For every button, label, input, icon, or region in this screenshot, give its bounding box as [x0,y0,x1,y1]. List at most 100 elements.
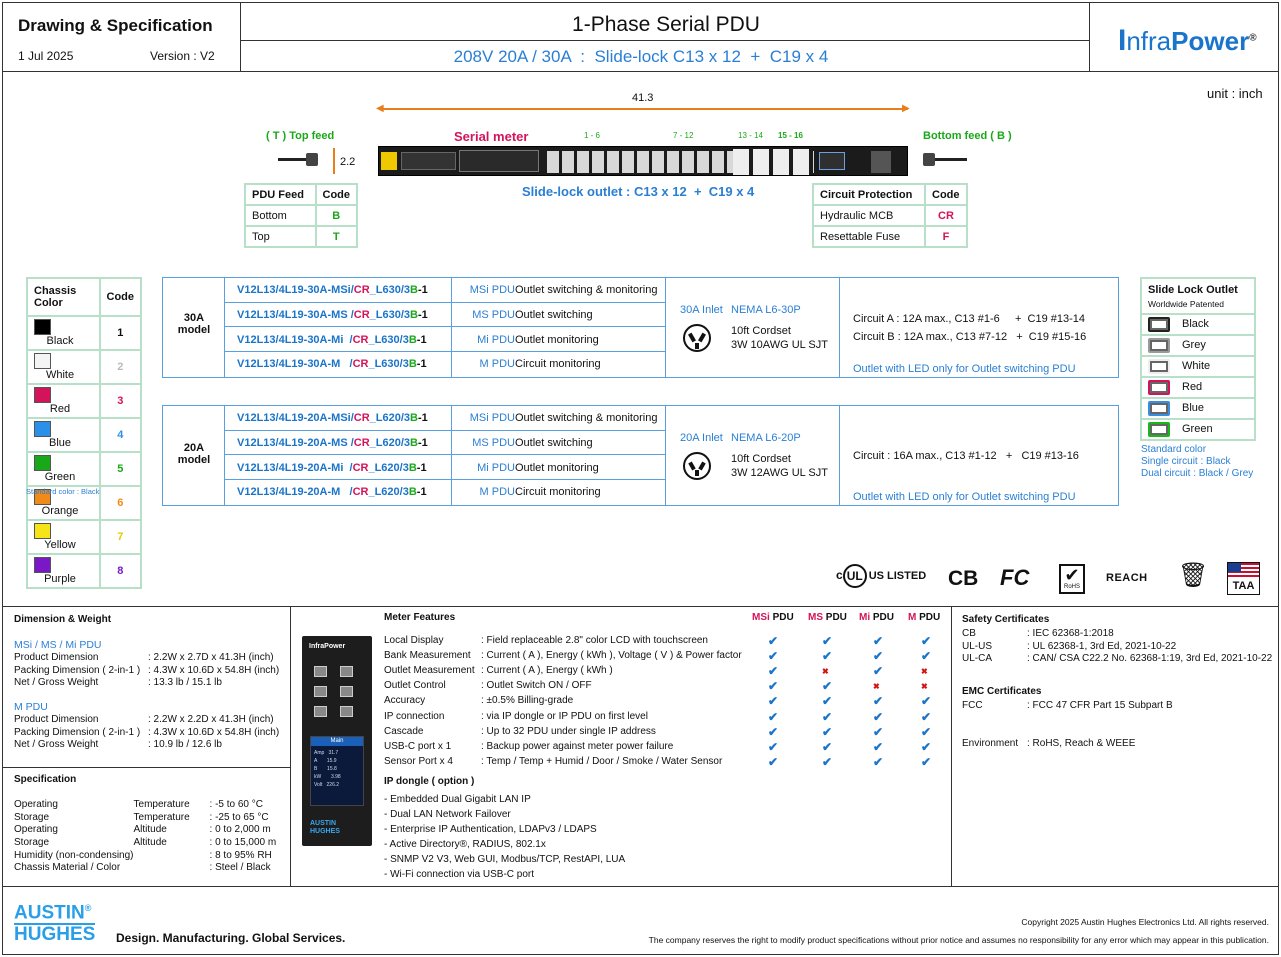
dongle-item: - SNMP V2 V3, Web GUI, Modbus/TCP, RestA… [384,854,626,866]
model-part-number: V12L13/4L19-20A-Mi /CR_L620/3B-1 [237,462,465,474]
slide-lock-note-3: Dual circuit : Black / Grey [1141,468,1254,479]
breaker-icon [819,152,845,170]
part-inlet: _L630/3 [368,333,409,346]
part-feed-code: B [408,461,417,474]
chassis-color-cell: Green [26,451,101,487]
taa-text: TAA [1232,580,1255,592]
color-swatch [34,319,51,335]
chassis-color-cell: Red [26,383,101,419]
slide-lock-cell: Red [1140,376,1256,399]
spec-cell [134,861,210,874]
meter-feature-row: Bank Measurement: Current ( A ), Energy … [384,649,944,664]
check-icon: ✔ [768,634,779,648]
spec-row: Storage Altitude: 0 to 15,000 m [14,836,276,849]
feature-desc: : Current ( A ), Energy ( kWh ) [481,665,613,677]
header: Drawing & Specification 1 Jul 2025 Versi… [2,2,1279,72]
outlet-icon [1148,359,1170,374]
header-bottom-line [2,71,1279,72]
meter-module-icon [459,150,539,172]
part-color-code: -1 [416,358,427,371]
spec-cell: Altitude [133,824,167,836]
part-inlet: _L620/3 [369,436,411,449]
check-icon: ✔ [921,634,932,648]
model-description: Circuit monitoring [515,486,601,499]
doc-version: Version : V2 [150,49,215,63]
model-part-number: V12L13/4L19-30A-M /CR_L630/3B-1 [237,358,465,370]
feature-name: Outlet Measurement [384,665,475,677]
feature-desc: : via IP dongle or IP PDU on first level [481,710,648,722]
model-description: Outlet switching [515,308,593,321]
protection-mcb: Hydraulic MCB [812,204,926,227]
model-row: V12L13/4L19-20A-MSi/CR_L620/3B-1 MSi PDU O… [225,406,666,431]
model-row: V12L13/4L19-30A-MS /CR_L630/3B-1 MS PDU Ou… [225,303,666,328]
ul-listed-logo: c UL US LISTED [836,564,926,588]
slide-lock-cell: Black [1140,313,1256,336]
slide-lock-row: Grey [1140,334,1256,357]
chassis-color-name: Green [44,471,76,483]
chassis-color-name: Yellow [44,539,76,551]
color-swatch [34,421,51,437]
spec-cell: Packing Dimension ( 2-in-1 ) [14,726,141,738]
spec-cell: : 2.2W x 2.2D x 41.3H (inch) [148,713,274,725]
cord-20a-1: 10ft Cordset [731,453,791,465]
feature-name: Local Display [384,635,444,646]
check-icon: ✔ [873,694,884,709]
dimension-group-1: MSi / MS / Mi PDU [14,639,102,651]
spec-cell: Temperature [133,798,190,810]
model-description: Outlet switching & monitoring [515,412,658,424]
top-feed-cable-icon [278,152,320,166]
check-icon: ✔ [873,709,884,724]
part-inlet: _L620/3 [368,461,409,474]
ul-listed-text: US LISTED [868,570,927,583]
inlet-20a: 20A Inlet [680,432,723,444]
bottom-section-top-line [2,606,1279,607]
feature-desc: : Outlet Switch ON / OFF [481,680,592,692]
slide-lock-table: Slide Lock Outlet Worldwide Patented Bla… [1140,277,1256,441]
specification-table: Operating Temperature: -5 to 60 °C Storage… [14,798,276,874]
circuit-30a-b: Circuit B : 12A max., C13 #7-12 + C19 #1… [853,331,1087,343]
c19-outlet-strip [733,149,813,175]
meter-feature-row: Accuracy: ±0.5% Billing-grade ✔ ✔ ✔ ✔ [384,694,944,709]
feature-desc: : Current ( A ), Energy ( kWh ), Voltage… [481,650,742,662]
rj45-port-icon [340,706,353,717]
spec-cell: : 0 to 2,000 m [209,824,271,836]
check-icon: ✔ [768,739,779,754]
ip-dongle-list: - Embedded Dual Gigabit LAN IP - Dual LAN… [384,792,625,883]
serial-meter-label: Serial meter [454,129,529,144]
check-icon: ✔ [768,649,779,664]
slide-lock-cell: White [1140,355,1256,378]
dimension-table-1: Product Dimension: 2.2W x 2.7D x 41.3H (… [14,651,279,689]
color-swatch [34,455,51,471]
check-icon: ✔ [768,709,779,724]
meter-feature-row: Cascade: Up to 32 PDU under single IP ad… [384,725,944,740]
part-prefix: V12L13/4L19-30A-Mi / [237,333,353,346]
check-icon: ✔ [768,694,779,709]
check-icon: ✔ [822,739,833,754]
length-value: 41.3 [632,92,654,104]
part-color-code: -1 [418,284,428,296]
model-30a-box: 30A model V12L13/4L19-30A-MSi/CR_L630/3B… [162,277,1119,378]
bottom-divider-2 [951,606,952,886]
part-protection-code: CR [352,461,369,474]
rj45-port-icon [340,686,353,697]
dongle-item: - Dual LAN Network Failover [384,809,511,821]
dimension-table-2: Product Dimension : 2.2W x 2.2D x 41.3H (… [14,713,279,751]
check-icon: ✔ [873,754,884,769]
meter-image-austin: AUSTIN [310,820,337,827]
part-feed-code: B [410,284,418,296]
part-feed-code: B [408,358,417,371]
model-pdu-type: MSi PDU [469,412,515,424]
part-color-code: -1 [418,308,428,321]
product-title: 1-Phase Serial PDU [572,13,760,36]
feed-header: PDU Feed [244,183,317,206]
spec-cell: Product Dimension [14,713,99,725]
dongle-item: - Wi-Fi connection via USB-C port [384,869,535,881]
meter-feature-row: Outlet Measurement : Current ( A ), Energ… [384,664,944,679]
spec-cell: Storage [14,836,50,848]
plug-30a-icon [683,324,711,352]
model-description: Outlet monitoring [515,333,599,346]
taa-logo: TAA [1227,562,1260,595]
model-pdu-type: MSi PDU [469,284,515,296]
check-icon: ✔ [921,754,932,769]
footer-top-line [2,886,1279,887]
